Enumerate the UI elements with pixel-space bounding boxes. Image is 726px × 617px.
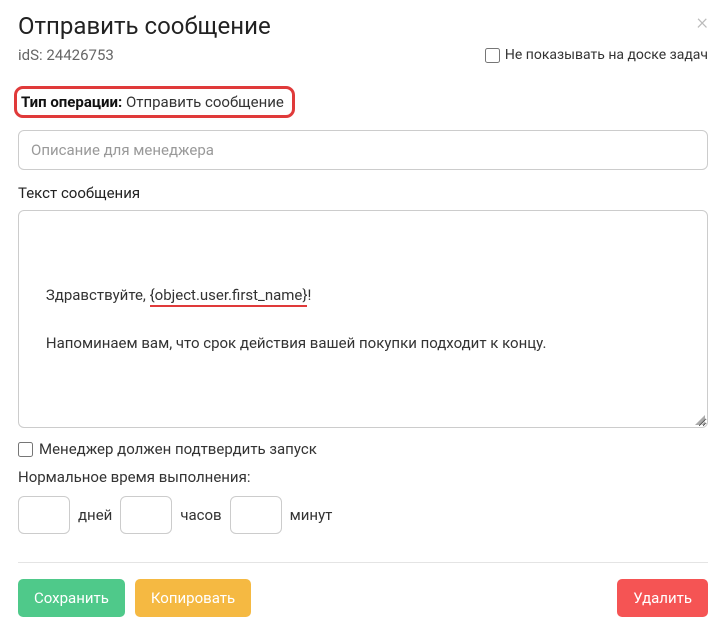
message-line2: Напоминаем вам, что срок действия вашей …: [46, 334, 547, 352]
message-textarea[interactable]: Здравствуйте, {object.user.first_name}! …: [18, 210, 708, 428]
days-unit: дней: [78, 506, 112, 524]
manager-confirm-checkbox[interactable]: [18, 442, 33, 457]
operation-type-highlight: Тип операции: Отправить сообщение: [14, 86, 295, 118]
operation-type-value: Отправить сообщение: [126, 93, 284, 111]
ids-text: idS: 24426753: [18, 46, 114, 64]
modal-header: Отправить сообщение ×: [18, 12, 708, 44]
hide-on-board-checkbox[interactable]: [485, 48, 500, 63]
time-inputs-row: дней часов минут: [18, 496, 708, 534]
footer-divider: [18, 562, 708, 563]
copy-button[interactable]: Копировать: [135, 579, 251, 617]
close-icon[interactable]: ×: [696, 12, 708, 34]
days-input[interactable]: [18, 496, 70, 534]
message-section-label: Текст сообщения: [18, 184, 708, 202]
message-placeholder-variable: {object.user.first_name}: [150, 286, 308, 307]
hide-on-board-row: Не показывать на доске задач: [485, 47, 708, 63]
hours-input[interactable]: [120, 496, 172, 534]
subheader: idS: 24426753 Не показывать на доске зад…: [18, 46, 708, 64]
manager-confirm-label: Менеджер должен подтвердить запуск: [39, 440, 317, 458]
minutes-unit: минут: [290, 506, 333, 524]
operation-type-label: Тип операции:: [21, 93, 126, 111]
hours-unit: часов: [180, 506, 221, 524]
message-line1-prefix: Здравствуйте,: [46, 286, 150, 304]
manager-confirm-row: Менеджер должен подтвердить запуск: [18, 440, 708, 458]
message-content: Здравствуйте, {object.user.first_name}! …: [31, 259, 695, 379]
save-button[interactable]: Сохранить: [18, 579, 125, 617]
normal-time-label: Нормальное время выполнения:: [18, 468, 708, 486]
hide-on-board-label: Не показывать на доске задач: [505, 47, 708, 63]
resize-handle-icon[interactable]: [693, 413, 705, 425]
modal-footer: Сохранить Копировать Удалить: [18, 579, 708, 617]
manager-description-input[interactable]: [18, 130, 708, 170]
footer-left-buttons: Сохранить Копировать: [18, 579, 251, 617]
minutes-input[interactable]: [230, 496, 282, 534]
modal-title: Отправить сообщение: [18, 12, 271, 40]
delete-button[interactable]: Удалить: [617, 579, 708, 617]
message-line1-suffix: !: [307, 286, 311, 304]
